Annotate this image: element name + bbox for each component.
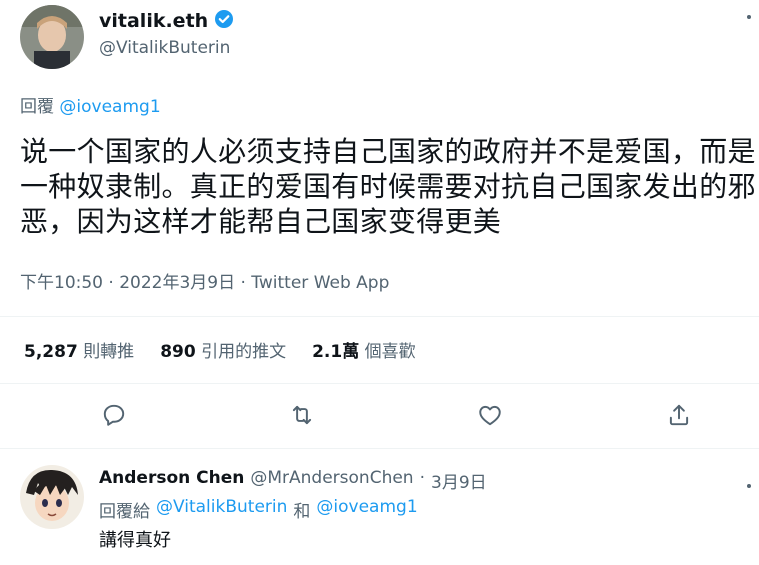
reply-body: 講得真好	[99, 530, 171, 551]
reply-icon[interactable]	[96, 397, 132, 433]
like-icon[interactable]	[472, 397, 508, 433]
divider	[0, 316, 759, 317]
tweet-stats: 5,287 則轉推 890 引用的推文 2.1萬 個喜歡	[24, 337, 416, 362]
quotes-count: 890	[160, 342, 196, 362]
more-icon[interactable]	[746, 14, 752, 38]
divider	[0, 448, 759, 449]
verified-badge-icon	[214, 9, 234, 33]
reply-reply-prefix: 回覆給	[99, 502, 150, 522]
reply-to-link[interactable]: @ioveamg1	[59, 97, 160, 117]
reply-to-link-2[interactable]: @ioveamg1	[316, 497, 417, 522]
author-avatar[interactable]	[20, 5, 84, 69]
reply-date[interactable]: 3月9日	[431, 468, 487, 493]
reply-more-icon[interactable]	[746, 474, 752, 493]
quotes-stat[interactable]: 890 引用的推文	[160, 337, 286, 362]
reply-context: 回覆 @ioveamg1	[20, 92, 161, 117]
tweet-body: 说一个国家的人必须支持自己国家的政府并不是爱国，而是一种奴隶制。真正的爱国有时候…	[20, 135, 756, 238]
tweet-timestamp[interactable]: 下午10:50 · 2022年3月9日 · Twitter Web App	[20, 268, 389, 293]
reply-author-name[interactable]: Anderson Chen	[99, 468, 244, 493]
reply-prefix: 回覆	[20, 97, 54, 117]
author-handle[interactable]: @VitalikButerin	[99, 38, 230, 58]
retweets-count: 5,287	[24, 342, 78, 362]
likes-count: 2.1萬	[312, 342, 360, 362]
divider	[0, 383, 759, 384]
reply-to-link-1[interactable]: @VitalikButerin	[156, 497, 287, 522]
reply-reply-context: 回覆給 @VitalikButerin 和 @ioveamg1	[99, 497, 418, 522]
retweets-stat[interactable]: 5,287 則轉推	[24, 337, 134, 362]
reply-author-handle[interactable]: @MrAndersonChen	[250, 468, 413, 493]
reply-separator: ·	[419, 468, 425, 488]
author-name[interactable]: vitalik.eth	[99, 10, 208, 32]
likes-stat[interactable]: 2.1萬 個喜歡	[312, 337, 416, 362]
share-icon[interactable]	[661, 397, 697, 433]
likes-label: 個喜歡	[364, 342, 416, 362]
reply-author-avatar[interactable]	[20, 465, 84, 529]
quotes-label: 引用的推文	[201, 342, 287, 362]
reply-conjunction: 和	[293, 502, 311, 522]
retweet-icon[interactable]	[284, 397, 320, 433]
retweets-label: 則轉推	[83, 342, 135, 362]
